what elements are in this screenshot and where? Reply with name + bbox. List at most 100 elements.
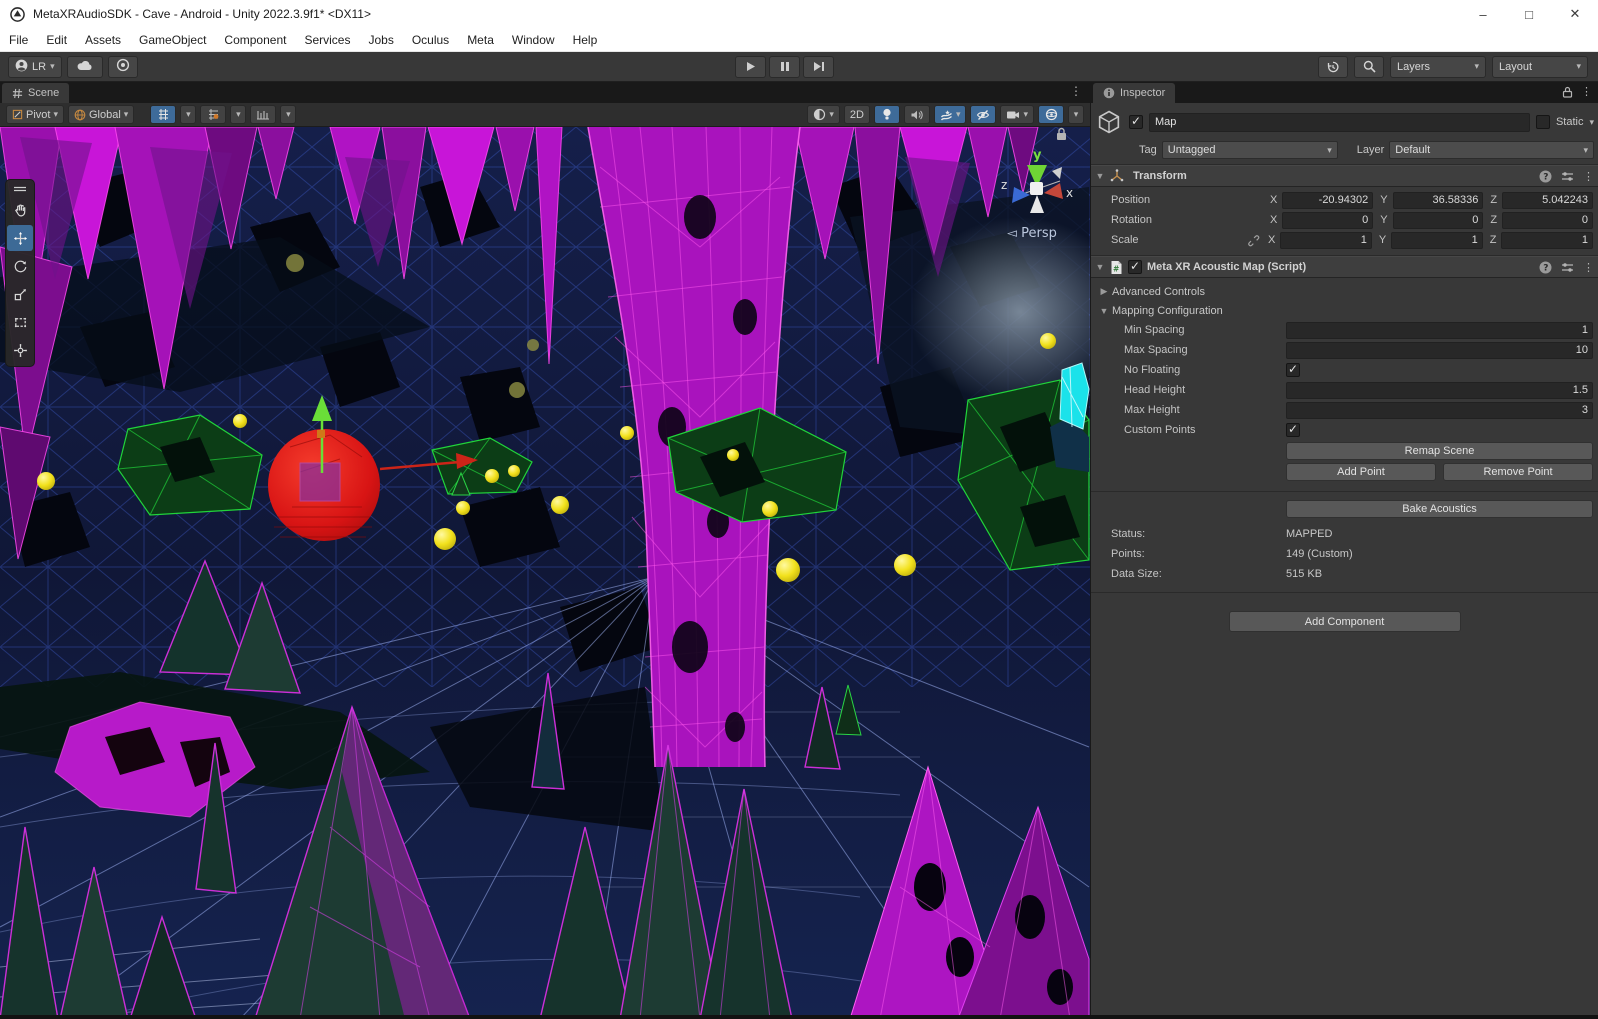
transform-header[interactable]: ▼ Transform ? ⋮ xyxy=(1091,165,1598,187)
component-tools-dropdown[interactable]: ▾ xyxy=(1068,105,1084,124)
hidden-objects-toggle[interactable] xyxy=(970,105,996,124)
hand-tool[interactable] xyxy=(7,197,33,223)
layer-dropdown[interactable]: Default▾ xyxy=(1389,141,1594,159)
lighting-toggle[interactable] xyxy=(874,105,900,124)
custom-points-checkbox[interactable] xyxy=(1286,423,1300,437)
layers-dropdown[interactable]: Layers ▾ xyxy=(1390,56,1486,78)
rotation-z-field[interactable]: 0 xyxy=(1502,212,1593,229)
menu-component[interactable]: Component xyxy=(215,28,295,52)
component-enabled-checkbox[interactable] xyxy=(1128,260,1142,274)
acoustic-map-header[interactable]: ▼ # Meta XR Acoustic Map (Script) ? ⋮ xyxy=(1091,256,1598,278)
menu-services[interactable]: Services xyxy=(295,28,359,52)
menu-oculus[interactable]: Oculus xyxy=(403,28,458,52)
position-z-field[interactable]: 5.042243 xyxy=(1502,192,1593,209)
position-x-field[interactable]: -20.94302 xyxy=(1282,192,1373,209)
menu-jobs[interactable]: Jobs xyxy=(359,28,402,52)
min-spacing-field[interactable]: 1 xyxy=(1286,322,1593,339)
overlay-drag-handle[interactable] xyxy=(7,183,33,195)
max-spacing-field[interactable]: 10 xyxy=(1286,342,1593,359)
account-dropdown[interactable]: LR ▾ xyxy=(8,56,62,78)
maximize-button[interactable]: □ xyxy=(1506,0,1552,28)
pivot-dropdown[interactable]: Pivot ▾ xyxy=(6,105,64,124)
min-spacing-row: Min Spacing 1 xyxy=(1091,320,1598,340)
foldout-open-icon[interactable]: ▼ xyxy=(1095,171,1105,181)
minimize-button[interactable]: – xyxy=(1460,0,1506,28)
2d-toggle[interactable]: 2D xyxy=(844,105,870,124)
help-icon[interactable]: ? xyxy=(1539,170,1552,183)
effects-dropdown[interactable]: ▾ xyxy=(934,105,967,124)
global-dropdown[interactable]: Global ▾ xyxy=(68,105,134,124)
head-height-field[interactable]: 1.5 xyxy=(1286,382,1593,399)
scene-viewport[interactable]: y x z ◅ Persp xyxy=(0,127,1090,1019)
grid-visibility-toggle[interactable] xyxy=(150,105,176,124)
close-button[interactable]: ✕ xyxy=(1552,0,1598,28)
gameobject-name-field[interactable]: Map xyxy=(1149,113,1530,132)
rotate-tool[interactable] xyxy=(7,253,33,279)
position-y-field[interactable]: 36.58336 xyxy=(1393,192,1484,209)
component-menu-icon[interactable]: ⋮ xyxy=(1583,261,1594,274)
help-icon[interactable]: ? xyxy=(1539,261,1552,274)
grid-visibility-dropdown[interactable]: ▾ xyxy=(180,105,196,124)
transform-tool[interactable] xyxy=(7,337,33,363)
tag-dropdown[interactable]: Untagged▾ xyxy=(1162,141,1338,159)
inspector-menu-icon[interactable]: ⋮ xyxy=(1581,85,1592,98)
remap-scene-button[interactable]: Remap Scene xyxy=(1286,442,1593,460)
move-tool[interactable] xyxy=(7,225,33,251)
add-point-button[interactable]: Add Point xyxy=(1286,463,1436,481)
menu-file[interactable]: File xyxy=(0,28,37,52)
advanced-controls-foldout[interactable]: ▶Advanced Controls xyxy=(1091,282,1598,301)
lock-icon[interactable] xyxy=(1562,86,1573,98)
link-broken-icon[interactable] xyxy=(1247,234,1260,247)
max-height-field[interactable]: 3 xyxy=(1286,402,1593,419)
add-component-button[interactable]: Add Component xyxy=(1229,611,1461,632)
menu-gameobject[interactable]: GameObject xyxy=(130,28,215,52)
layer-label: Layer xyxy=(1357,144,1385,156)
snap-toggle[interactable] xyxy=(200,105,226,124)
static-checkbox[interactable] xyxy=(1536,115,1550,129)
cloud-button[interactable] xyxy=(67,56,103,78)
foldout-open-icon[interactable]: ▼ xyxy=(1095,262,1105,272)
layout-dropdown[interactable]: Layout ▾ xyxy=(1492,56,1588,78)
scale-z-field[interactable]: 1 xyxy=(1501,232,1593,249)
menu-help[interactable]: Help xyxy=(564,28,607,52)
scale-tool[interactable] xyxy=(7,281,33,307)
presets-icon[interactable] xyxy=(1561,262,1574,273)
snap-increment-dropdown[interactable]: ▾ xyxy=(280,105,296,124)
menu-meta[interactable]: Meta xyxy=(458,28,503,52)
static-dropdown-icon[interactable]: ▾ xyxy=(1589,117,1594,128)
scale-x-field[interactable]: 1 xyxy=(1280,232,1372,249)
snap-icon xyxy=(207,108,220,121)
snap-increment-toggle[interactable] xyxy=(250,105,276,124)
menu-edit[interactable]: Edit xyxy=(37,28,76,52)
bake-acoustics-button[interactable]: Bake Acoustics xyxy=(1286,500,1593,518)
rotation-x-field[interactable]: 0 xyxy=(1282,212,1373,229)
rotation-y-field[interactable]: 0 xyxy=(1393,212,1484,229)
scale-y-field[interactable]: 1 xyxy=(1391,232,1483,249)
tab-scene[interactable]: Scene xyxy=(2,83,69,103)
shading-mode-dropdown[interactable]: ▾ xyxy=(807,105,840,124)
step-button[interactable] xyxy=(803,56,834,78)
snap-dropdown[interactable]: ▾ xyxy=(230,105,246,124)
search-button[interactable] xyxy=(1354,56,1384,78)
presets-icon[interactable] xyxy=(1561,171,1574,182)
collab-target-button[interactable] xyxy=(108,56,138,78)
transform-component-icon xyxy=(1110,169,1124,183)
component-tools-button[interactable] xyxy=(1038,105,1064,124)
menu-assets[interactable]: Assets xyxy=(76,28,130,52)
camera-settings-dropdown[interactable]: ▾ xyxy=(1000,105,1034,124)
play-button[interactable] xyxy=(735,56,766,78)
pause-icon xyxy=(780,61,790,72)
tab-inspector[interactable]: Inspector xyxy=(1093,83,1175,103)
rect-tool[interactable] xyxy=(7,309,33,335)
component-menu-icon[interactable]: ⋮ xyxy=(1583,170,1594,183)
pause-button[interactable] xyxy=(769,56,800,78)
audio-toggle[interactable] xyxy=(904,105,930,124)
menu-window[interactable]: Window xyxy=(503,28,564,52)
remove-point-button[interactable]: Remove Point xyxy=(1443,463,1593,481)
scene-panel-menu-icon[interactable]: ⋮ xyxy=(1070,84,1082,98)
undo-history-button[interactable] xyxy=(1318,56,1348,78)
gameobject-active-checkbox[interactable] xyxy=(1129,115,1143,129)
mapping-configuration-foldout[interactable]: ▼Mapping Configuration xyxy=(1091,301,1598,320)
no-floating-checkbox[interactable] xyxy=(1286,363,1300,377)
max-height-row: Max Height 3 xyxy=(1091,400,1598,420)
